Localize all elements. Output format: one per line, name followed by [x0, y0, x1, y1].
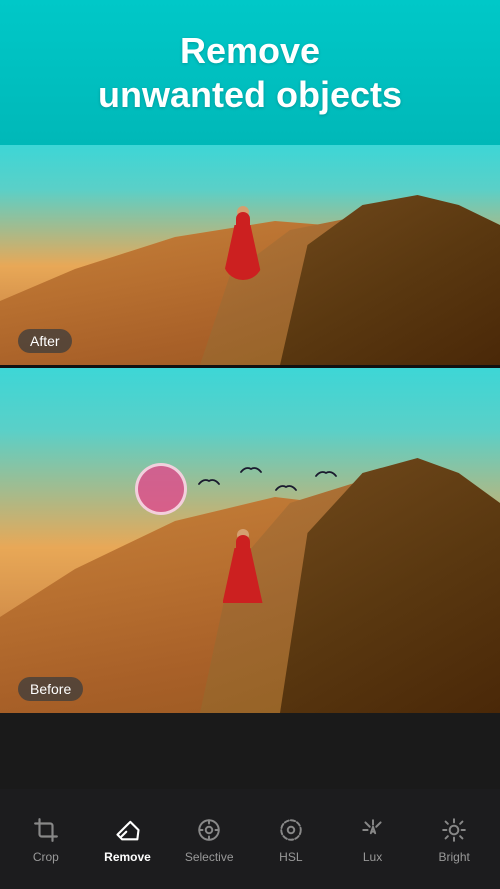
figure-before: [220, 528, 265, 603]
title-line1: Remove: [180, 30, 320, 71]
header-title: Remove unwanted objects: [98, 29, 402, 115]
figure-dress-before: [223, 548, 263, 603]
hsl-icon: [276, 815, 306, 845]
before-label: Before: [18, 677, 83, 701]
panel-divider: [0, 365, 500, 368]
before-image-panel: Before: [0, 368, 500, 713]
brightness-icon: [439, 815, 469, 845]
crop-icon: [31, 815, 61, 845]
before-desert-scene: [0, 368, 500, 713]
tool-lux[interactable]: Lux: [332, 807, 414, 872]
selective-icon: [194, 815, 224, 845]
bird-4-icon: [315, 468, 337, 480]
remove-label: Remove: [104, 850, 151, 864]
hsl-label: HSL: [279, 850, 302, 864]
bird-1-icon: [198, 476, 220, 488]
after-label: After: [18, 329, 72, 353]
bird-2-icon: [240, 464, 262, 476]
toolbar: Crop Remove Selective: [0, 789, 500, 889]
brightness-label: Bright: [439, 850, 470, 864]
figure-after: [220, 205, 265, 280]
tool-crop[interactable]: Crop: [5, 807, 87, 872]
figure-dress-after: [223, 225, 263, 280]
header-area: Remove unwanted objects: [0, 0, 500, 145]
tool-hsl[interactable]: HSL: [250, 807, 332, 872]
remove-eraser-icon: [113, 815, 143, 845]
tool-selective[interactable]: Selective: [168, 807, 250, 872]
after-desert-scene: [0, 145, 500, 365]
after-image-panel: After: [0, 145, 500, 365]
lux-icon: [358, 815, 388, 845]
crop-label: Crop: [33, 850, 59, 864]
selective-label: Selective: [185, 850, 234, 864]
title-line2: unwanted objects: [98, 74, 402, 115]
tool-brightness[interactable]: Bright: [413, 807, 495, 872]
selection-circle: [135, 463, 187, 515]
tool-remove[interactable]: Remove: [87, 807, 169, 872]
lux-label: Lux: [363, 850, 382, 864]
bird-3-icon: [275, 482, 297, 494]
